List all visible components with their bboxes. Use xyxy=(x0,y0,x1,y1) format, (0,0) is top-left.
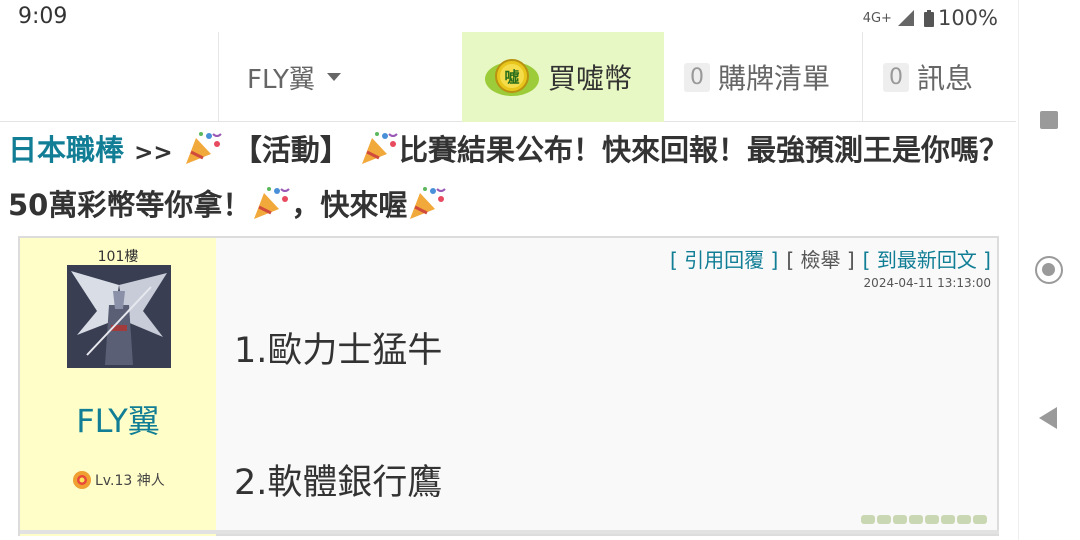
report-link[interactable]: [ 檢舉 ] xyxy=(786,244,854,273)
post-line: 2.軟體銀行鷹 xyxy=(234,463,443,503)
level-badge-icon xyxy=(73,471,91,489)
avatar[interactable] xyxy=(67,265,171,368)
reaction-bar-graphic xyxy=(861,515,987,524)
shopping-list-link[interactable]: 0 購牌清單 xyxy=(664,32,863,122)
coin-logo-text: 噓 xyxy=(504,68,519,86)
party-popper-icon xyxy=(362,132,398,164)
network-type: 4G+ xyxy=(862,10,892,26)
recent-apps-icon[interactable] xyxy=(1040,111,1058,129)
poster-name[interactable]: FLY翼 xyxy=(20,396,216,442)
android-nav-bar xyxy=(1018,0,1080,540)
user-menu-label: FLY翼 xyxy=(247,64,315,95)
level-text: Lv.13 神人 xyxy=(95,473,165,489)
quote-reply-label: 引用回覆 xyxy=(684,248,765,272)
shopping-list-label: 購牌清單 xyxy=(718,62,831,95)
post-actions: [ 引用回覆 ] [ 檢舉 ] [ 到最新回文 ] xyxy=(670,244,991,273)
breadcrumb-separator: >> xyxy=(134,140,173,166)
status-time: 9:09 xyxy=(18,4,68,29)
caret-down-icon xyxy=(326,73,341,81)
report-label: 檢舉 xyxy=(800,248,841,272)
thread-title: 日本職棒 >> 【活動】 比賽結果公布！快來回報！最強預測王是你嗎？50萬彩幣等… xyxy=(8,124,1018,231)
post-author-panel: 101樓 FLY翼 Lv.13 神人 xyxy=(20,238,216,536)
buy-coins-button[interactable]: 噓 買噓幣 xyxy=(462,32,664,122)
avatar-image xyxy=(67,265,171,368)
user-menu[interactable]: FLY翼 xyxy=(218,32,462,122)
top-nav: FLY翼 噓 買噓幣 0 購牌清單 0 訊息 xyxy=(0,32,1016,122)
floor-number: 101樓 xyxy=(97,249,139,265)
post-line: 1.歐力士猛牛 xyxy=(234,331,443,371)
back-icon[interactable] xyxy=(1039,407,1057,429)
buy-coins-label: 買噓幣 xyxy=(548,62,633,95)
status-bar: 9:09 4G+ 100% xyxy=(0,0,1018,32)
battery-icon xyxy=(923,9,934,27)
shopping-list-count: 0 xyxy=(684,62,710,92)
screen: 9:09 4G+ 100% FLY翼 噓 買噓幣 0 購牌清單 0 訊息 日本職… xyxy=(0,0,1080,540)
party-popper-icon xyxy=(410,187,447,219)
title-tag: 【活動】 xyxy=(232,133,349,167)
poster-level: Lv.13 神人 xyxy=(72,470,165,490)
title-tail: ，快來喔 xyxy=(291,188,408,222)
board-link[interactable]: 日本職棒 xyxy=(8,133,124,167)
post-content-area: [ 引用回覆 ] [ 檢舉 ] [ 到最新回文 ] 2024-04-11 13:… xyxy=(216,238,999,536)
messages-count: 0 xyxy=(883,62,909,92)
battery-percent: 100% xyxy=(937,6,998,30)
home-icon[interactable] xyxy=(1035,256,1063,284)
party-popper-icon xyxy=(254,187,291,219)
coin-icon: 噓 xyxy=(485,59,539,96)
quote-reply-link[interactable]: [ 引用回覆 ] xyxy=(670,244,778,273)
post: 101樓 FLY翼 Lv.13 神人 [引用回覆] [檢舉] [到最新… xyxy=(18,236,999,536)
post-timestamp: 2024-04-11 13:13:00 xyxy=(863,276,991,290)
post-divider xyxy=(20,530,999,534)
status-indicators: 4G+ 100% xyxy=(863,6,998,30)
latest-reply-link[interactable]: [ 到最新回文 ] xyxy=(863,244,991,273)
messages-link[interactable]: 0 訊息 xyxy=(863,32,1016,122)
signal-icon xyxy=(897,10,914,26)
messages-label: 訊息 xyxy=(917,62,974,95)
latest-reply-label: 到最新回文 xyxy=(876,248,977,272)
party-popper-icon xyxy=(185,132,222,164)
